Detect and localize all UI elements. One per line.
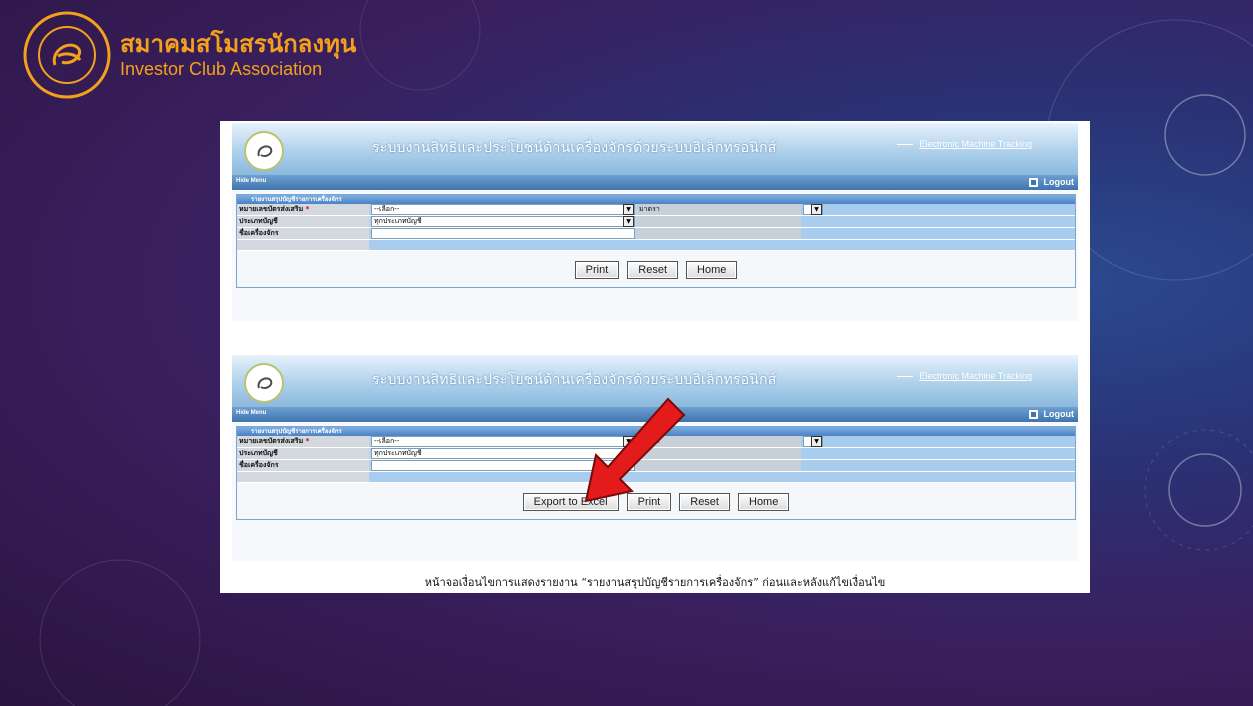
logout-label: Logout: [1043, 409, 1075, 419]
account-type-select[interactable]: ทุกประเภทบัญชี▼: [371, 216, 635, 227]
account-type-label: ประเภทบัญชี: [237, 447, 369, 460]
home-button[interactable]: Home: [686, 261, 738, 279]
machine-name-input[interactable]: [371, 228, 635, 239]
brand-header: สมาคมสโมสรนักลงทุน Investor Club Associa…: [22, 10, 356, 100]
tracking-link[interactable]: Electronic Machine Tracking: [919, 139, 1032, 149]
system-title: ระบบงานสิทธิและประโยชน์ด้านเครื่องจักรด้…: [372, 140, 777, 156]
tracking-link[interactable]: Electronic Machine Tracking: [919, 371, 1032, 381]
chevron-down-icon: ▼: [623, 216, 634, 227]
button-row: Print Reset Home: [237, 251, 1075, 287]
hide-menu-link[interactable]: Hide Menu: [236, 178, 266, 184]
form-row: หมายเลขบัตรส่งเสริม * --เลือก--▼ มาตรา ▼: [237, 204, 1075, 216]
promotion-card-label: หมายเลขบัตรส่งเสริม *: [237, 204, 369, 216]
brand-name-english: Investor Club Association: [120, 59, 323, 79]
screen-before: ระบบงานสิทธิและประโยชน์ด้านเครื่องจักรด้…: [232, 123, 1078, 321]
promotion-card-label: หมายเลขบัตรส่งเสริม *: [237, 436, 369, 448]
chevron-down-icon: ▼: [811, 204, 822, 215]
red-arrow-icon: [584, 397, 686, 503]
slide-caption: หน้าจอเงื่อนไขการแสดงรายงาน “รายงานสรุปบ…: [424, 576, 886, 589]
chevron-down-icon: ▼: [623, 204, 634, 215]
hide-menu-link[interactable]: Hide Menu: [236, 410, 266, 416]
form-row: ชื่อเครื่องจักร: [237, 227, 1075, 240]
report-form: รายงานสรุปบัญชีรายการเครื่องจักร หมายเลข…: [236, 194, 1076, 288]
form-row: ประเภทบัญชี ทุกประเภทบัญชี▼: [237, 215, 1075, 228]
association-logo-icon: [23, 11, 111, 99]
section-label: มาตรา: [637, 204, 801, 216]
home-icon: [1028, 409, 1038, 419]
reset-button[interactable]: Reset: [627, 261, 679, 279]
promotion-card-select[interactable]: --เลือก-- ▼: [371, 204, 635, 215]
system-logo-icon: [244, 131, 284, 171]
account-type-label: ประเภทบัญชี: [237, 215, 369, 228]
logout-label: Logout: [1043, 177, 1075, 187]
system-logo-icon: [244, 363, 284, 403]
tracking-bar: [897, 144, 913, 145]
logout-button[interactable]: Logout: [1028, 409, 1075, 419]
system-header: ระบบงานสิทธิและประโยชน์ด้านเครื่องจักรด้…: [232, 123, 1078, 176]
machine-name-label: ชื่อเครื่องจักร: [237, 459, 369, 472]
brand-name-thai: สมาคมสโมสรนักลงทุน: [120, 30, 357, 58]
print-button[interactable]: Print: [574, 261, 620, 279]
slide-content: ระบบงานสิทธิและประโยชน์ด้านเครื่องจักรด้…: [220, 121, 1090, 593]
form-table: หมายเลขบัตรส่งเสริม * --เลือก--▼ มาตรา ▼…: [237, 204, 1075, 251]
logout-button[interactable]: Logout: [1028, 177, 1075, 187]
chevron-down-icon: ▼: [811, 436, 822, 447]
home-button[interactable]: Home: [738, 493, 790, 511]
home-icon: [1028, 177, 1038, 187]
machine-name-label: ชื่อเครื่องจักร: [237, 227, 369, 240]
section-select[interactable]: ▼: [803, 204, 823, 215]
nav-bar: Hide Menu Logout: [232, 176, 1078, 190]
system-title: ระบบงานสิทธิและประโยชน์ด้านเครื่องจักรด้…: [372, 372, 777, 388]
form-caption: รายงานสรุปบัญชีรายการเครื่องจักร: [237, 195, 1075, 204]
tracking-bar: [897, 376, 913, 377]
section-select[interactable]: ▼: [803, 436, 823, 447]
